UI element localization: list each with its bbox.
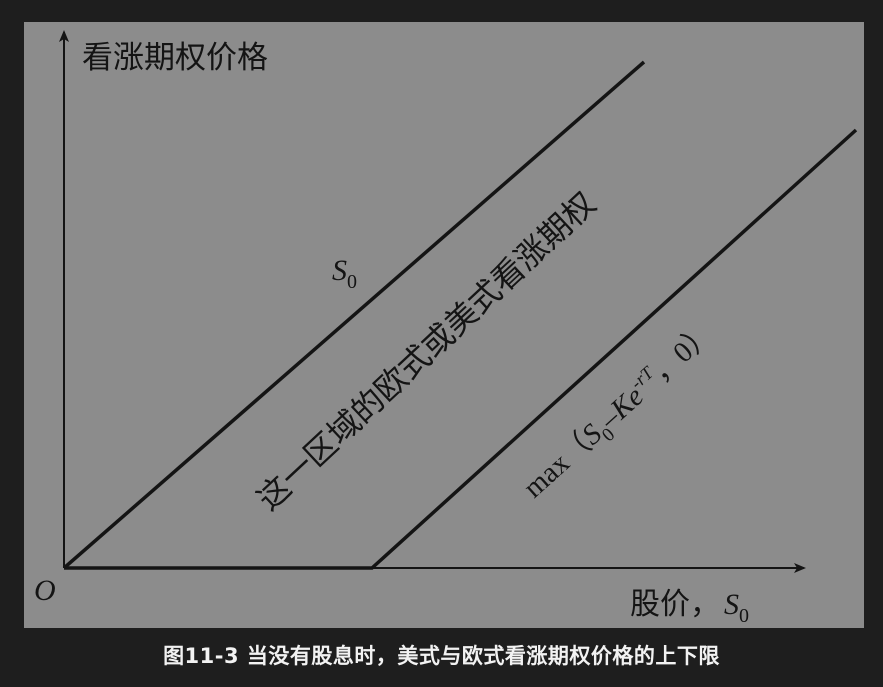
x-axis-label-var: S	[724, 588, 739, 621]
x-axis-label: 股价， S0	[630, 587, 749, 627]
figure-panel: 看涨期权价格 O 股价， S0 S0 这一区域的欧式或美式看涨期权 max（S0–…	[24, 22, 864, 628]
y-axis-label: 看涨期权价格	[82, 40, 268, 76]
upper-bound-line	[62, 60, 646, 570]
upper-bound-label: S0	[332, 254, 357, 293]
x-axis-label-sub: 0	[739, 605, 749, 627]
figure-caption: 图11-3 当没有股息时，美式与欧式看涨期权价格的上下限	[163, 644, 720, 668]
lower-bound-label-suffix: ，0）	[646, 316, 721, 388]
upper-bound-label-sub: 0	[347, 271, 357, 293]
lower-bound-line	[64, 128, 858, 570]
x-axis-label-text: 股价，	[630, 587, 720, 622]
origin-label: O	[34, 574, 56, 607]
upper-bound-label-var: S	[332, 254, 347, 287]
option-bounds-diagram: 看涨期权价格 O 股价， S0 S0 这一区域的欧式或美式看涨期权 max（S0–…	[34, 30, 858, 627]
